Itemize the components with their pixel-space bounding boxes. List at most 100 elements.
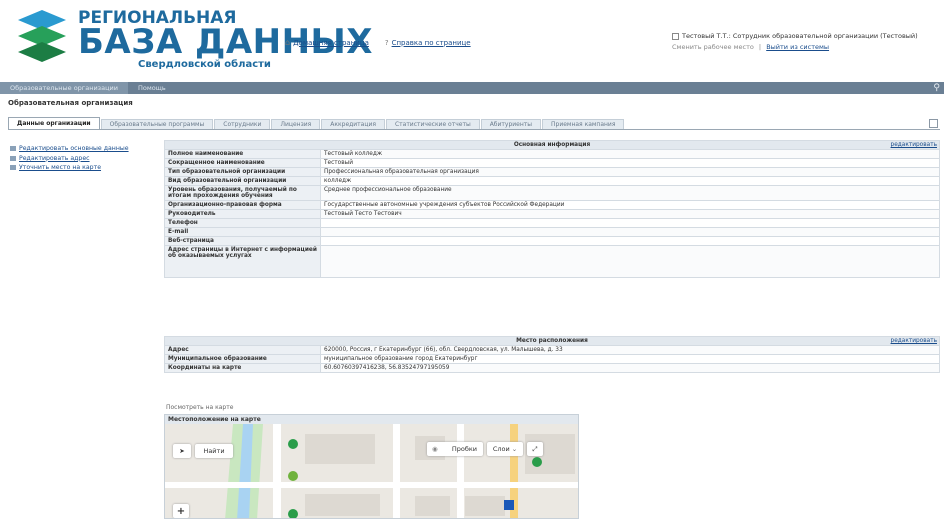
fullscreen-icon[interactable]: ⤢ bbox=[527, 442, 543, 456]
menu-item-help[interactable]: Помощь bbox=[128, 84, 176, 92]
field-value bbox=[320, 227, 940, 237]
table-row: Руководитель Тестовый Тесто Тестович bbox=[164, 209, 940, 219]
table-row: Адрес страницы в Интернет с информацией … bbox=[164, 245, 940, 278]
tab-organization-data[interactable]: Данные организации bbox=[8, 117, 100, 129]
field-label: Адрес страницы в Интернет с информацией … bbox=[164, 245, 321, 278]
sidebar-item-label[interactable]: Уточнить место на карте bbox=[19, 163, 101, 173]
tab-admission[interactable]: Приемная кампания bbox=[542, 119, 625, 129]
sidebar: Редактировать основные данные Редактиров… bbox=[10, 144, 129, 173]
change-workplace-link[interactable]: Сменить рабочее место bbox=[672, 43, 754, 51]
field-label: Телефон bbox=[164, 218, 321, 228]
location-marker bbox=[504, 500, 514, 510]
edit-main-info-link[interactable]: редактировать bbox=[891, 142, 937, 148]
field-label: Координаты на карте bbox=[164, 363, 321, 373]
main-info-title: Основная информация bbox=[513, 142, 591, 148]
search-icon[interactable]: ⚲ bbox=[933, 83, 940, 93]
field-value: колледж bbox=[320, 176, 940, 186]
field-value: Профессиональная образовательная организ… bbox=[320, 167, 940, 177]
edit-icon bbox=[10, 146, 16, 152]
user-separator: | bbox=[758, 43, 762, 51]
view-on-map-label: Посмотреть на карте bbox=[166, 404, 234, 411]
sidebar-item-edit-main[interactable]: Редактировать основные данные bbox=[10, 144, 129, 154]
map-icon bbox=[10, 165, 16, 171]
map-title: Местоположение на карте bbox=[165, 415, 578, 424]
main-info-header: Основная информация редактировать bbox=[164, 140, 940, 150]
menu-item-organizations[interactable]: Образовательные организации bbox=[0, 82, 128, 94]
sidebar-item-label[interactable]: Редактировать основные данные bbox=[19, 144, 129, 154]
header-links: ⌂ Домашняя страница ? Справка по страниц… bbox=[285, 38, 471, 47]
field-label: Уровень образования, получаемый по итога… bbox=[164, 185, 321, 201]
tab-accreditation[interactable]: Аккредитация bbox=[321, 119, 385, 129]
table-row: Телефон bbox=[164, 218, 940, 228]
field-label: Организационно-правовая форма bbox=[164, 200, 321, 210]
traffic-icon: ◉ bbox=[432, 445, 438, 453]
tab-statistics[interactable]: Статистические отчеты bbox=[385, 119, 480, 129]
sidebar-item-edit-address[interactable]: Редактировать адрес bbox=[10, 154, 129, 164]
tab-license[interactable]: Лицензия bbox=[271, 119, 321, 129]
field-value: муниципальное образование город Екатерин… bbox=[320, 354, 940, 364]
layers-label: Слои bbox=[492, 445, 510, 453]
page-title: Образовательная организация bbox=[8, 99, 133, 107]
table-row: Полное наименование Тестовый колледж bbox=[164, 149, 940, 159]
field-value: 620000, Россия, г Екатеринбург (66), обл… bbox=[320, 345, 940, 355]
street bbox=[457, 424, 464, 518]
map-canvas[interactable] bbox=[165, 424, 579, 519]
edit-location-link[interactable]: редактировать bbox=[891, 338, 937, 344]
field-label: Сокращенное наименование bbox=[164, 158, 321, 168]
help-icon: ? bbox=[384, 38, 389, 47]
main-info-table: Основная информация редактировать Полное… bbox=[164, 140, 940, 278]
table-row: Организационно-правовая форма Государстве… bbox=[164, 200, 940, 210]
traffic-button[interactable]: ◉ Пробки bbox=[427, 442, 483, 456]
field-value bbox=[320, 218, 940, 228]
traffic-label: Пробки bbox=[451, 445, 477, 453]
edit-icon bbox=[10, 155, 16, 161]
place-marker bbox=[288, 509, 298, 518]
sidebar-item-label[interactable]: Редактировать адрес bbox=[19, 154, 90, 164]
field-label: Полное наименование bbox=[164, 149, 321, 159]
map-view[interactable]: ➤ Найти ◉ Пробки Слои ⌄ ⤢ + bbox=[165, 424, 579, 519]
field-value: 60.60760397416238, 56.83524797195059 bbox=[320, 363, 940, 373]
chevron-down-icon: ⌄ bbox=[511, 445, 518, 453]
table-row: Адрес 620000, Россия, г Екатеринбург (66)… bbox=[164, 345, 940, 355]
logout-link[interactable]: Выйти из системы bbox=[766, 43, 829, 51]
table-row: Сокращенное наименование Тестовый bbox=[164, 158, 940, 168]
table-row: Координаты на карте 60.60760397416238, 56… bbox=[164, 363, 940, 373]
museum-marker bbox=[532, 457, 542, 467]
field-label: E-mail bbox=[164, 227, 321, 237]
user-icon bbox=[672, 32, 679, 40]
home-link[interactable]: ⌂ Домашняя страница bbox=[285, 38, 369, 47]
main-menu: Образовательные организации Помощь ⚲ bbox=[0, 82, 944, 94]
field-label: Тип образовательной организации bbox=[164, 167, 321, 177]
logo-line3: Свердловской области bbox=[138, 59, 271, 70]
location-header: Место расположения редактировать bbox=[164, 336, 940, 346]
street bbox=[165, 482, 578, 488]
monument-marker bbox=[288, 471, 298, 481]
home-link-label[interactable]: Домашняя страница bbox=[293, 39, 369, 47]
field-value bbox=[320, 245, 940, 278]
tab-programs[interactable]: Образовательные программы bbox=[100, 119, 214, 129]
tab-bar: Данные организации Образовательные прогр… bbox=[8, 117, 940, 130]
sidebar-item-map-location[interactable]: Уточнить место на карте bbox=[10, 163, 129, 173]
layers-button[interactable]: Слои ⌄ bbox=[487, 442, 523, 456]
help-link[interactable]: ? Справка по странице bbox=[385, 38, 471, 47]
locate-icon[interactable]: ➤ bbox=[173, 444, 191, 458]
map-panel: Местоположение на карте ➤ Найти ◉ Пробки… bbox=[164, 414, 579, 519]
field-label: Руководитель bbox=[164, 209, 321, 219]
table-row: Муниципальное образование муниципальное о… bbox=[164, 354, 940, 364]
find-button[interactable]: Найти bbox=[195, 444, 233, 458]
museum-marker bbox=[288, 439, 298, 449]
tab-employees[interactable]: Сотрудники bbox=[214, 119, 271, 129]
field-label: Вид образовательной организации bbox=[164, 176, 321, 186]
field-value: Тестовый Тесто Тестович bbox=[320, 209, 940, 219]
user-panel: Тестовый Т.Т.: Сотрудник образовательной… bbox=[672, 32, 918, 51]
field-value: Тестовый bbox=[320, 158, 940, 168]
field-value bbox=[320, 236, 940, 246]
location-table: Место расположения редактировать Адрес 62… bbox=[164, 336, 940, 373]
table-row: Веб-страница bbox=[164, 236, 940, 246]
help-link-label[interactable]: Справка по странице bbox=[392, 39, 471, 47]
tab-applicants[interactable]: Абитуриенты bbox=[480, 119, 542, 129]
print-icon[interactable] bbox=[929, 119, 938, 128]
zoom-in-button[interactable]: + bbox=[173, 504, 189, 518]
header: РЕГИОНАЛЬНАЯ БАЗА ДАННЫХ Свердловской об… bbox=[0, 0, 944, 78]
table-row: E-mail bbox=[164, 227, 940, 237]
